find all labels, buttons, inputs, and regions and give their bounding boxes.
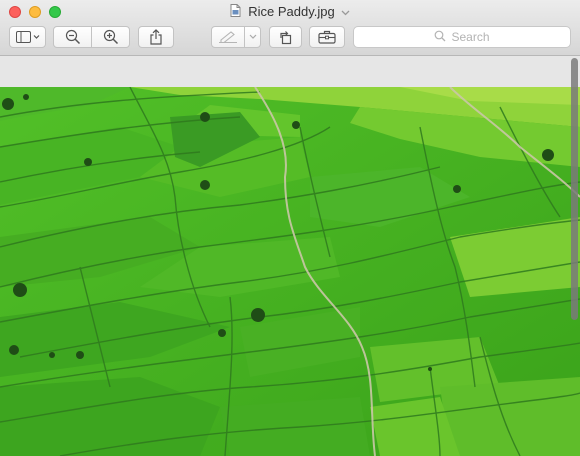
share-icon [149, 29, 163, 45]
sidebar-toggle-button[interactable] [9, 26, 46, 48]
rotate-icon [278, 29, 294, 45]
rice-paddy-image [0, 87, 580, 456]
zoom-in-button[interactable] [91, 26, 130, 48]
toolbox-icon [318, 30, 336, 44]
markup-menu-button[interactable] [244, 26, 261, 48]
title-bar: Rice Paddy.jpg Search [0, 0, 580, 56]
sidebar-icon [15, 31, 40, 43]
search-icon [434, 30, 451, 45]
chevron-down-icon [341, 4, 350, 19]
share-button[interactable] [138, 26, 174, 48]
zoom-in-icon [103, 29, 119, 45]
toolbox-button[interactable] [309, 26, 345, 48]
window-title[interactable]: Rice Paddy.jpg [0, 3, 580, 20]
document-icon [230, 3, 241, 20]
preview-window: Rice Paddy.jpg Search [0, 0, 580, 456]
chevron-down-icon [249, 34, 257, 40]
rotate-button[interactable] [269, 26, 302, 48]
zoom-out-button[interactable] [53, 26, 92, 48]
window-title-text: Rice Paddy.jpg [248, 4, 335, 20]
markup-pen-icon [218, 31, 238, 43]
vertical-scrollbar[interactable] [571, 58, 578, 320]
search-placeholder: Search [451, 30, 490, 44]
search-field[interactable]: Search [353, 26, 571, 48]
zoom-out-icon [65, 29, 81, 45]
canvas-background [0, 56, 580, 87]
markup-button[interactable] [211, 26, 245, 48]
